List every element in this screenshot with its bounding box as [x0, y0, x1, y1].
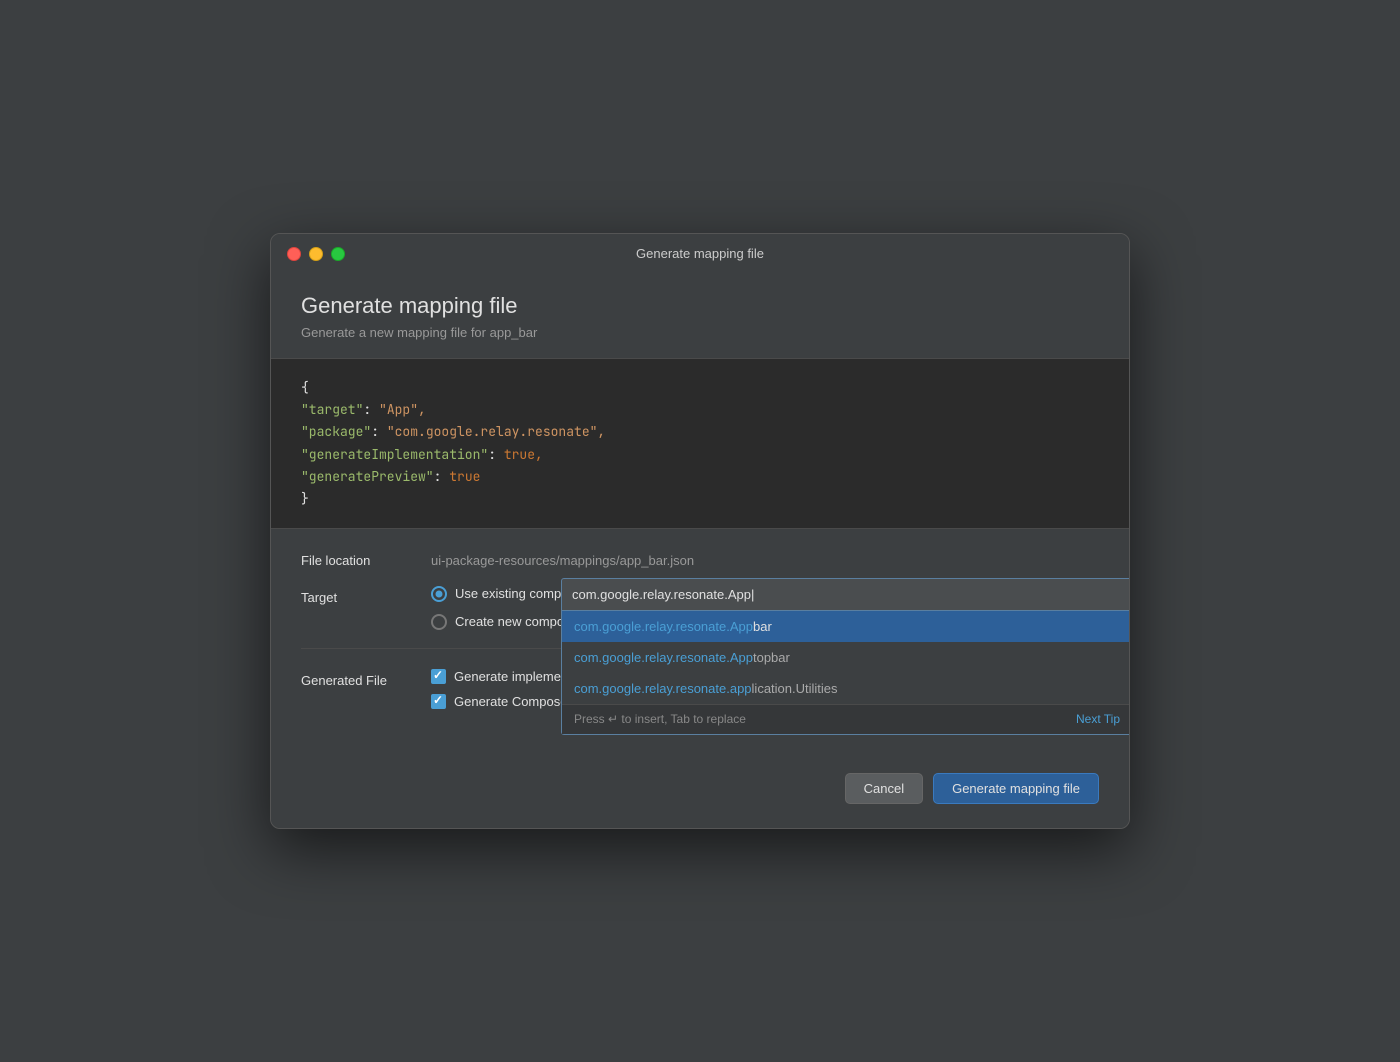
titlebar: Generate mapping file — [271, 234, 1129, 273]
autocomplete-prefix-2: com.google.relay.resonate.app — [574, 681, 752, 696]
autocomplete-dropdown: com.google.relay.resonate.Appbar com.goo… — [561, 611, 1130, 735]
autocomplete-item-0[interactable]: com.google.relay.resonate.Appbar — [562, 611, 1130, 642]
autocomplete-prefix-1: com.google.relay.resonate.App — [574, 650, 753, 665]
file-location-value: ui-package-resources/mappings/app_bar.js… — [431, 549, 694, 568]
code-key-1: "target" — [301, 401, 363, 418]
form-section: File location ui-package-resources/mappi… — [271, 529, 1129, 757]
target-label: Target — [301, 586, 431, 605]
header: Generate mapping file Generate a new map… — [271, 273, 1129, 358]
code-value-4: true — [449, 468, 480, 485]
code-value-1: "App", — [379, 401, 426, 418]
autocomplete-suffix-2: lication.Utilities — [752, 681, 838, 696]
autocomplete-suffix-0: bar — [753, 619, 772, 634]
code-key-2: "package" — [301, 423, 371, 440]
traffic-lights — [287, 247, 345, 261]
button-row: Cancel Generate mapping file — [271, 757, 1129, 828]
dialog: Generate mapping file Generate mapping f… — [270, 233, 1130, 829]
titlebar-title: Generate mapping file — [636, 246, 764, 261]
autocomplete-container: com.google.relay.resonate.Appbar com.goo… — [561, 578, 1130, 735]
minimize-button[interactable] — [309, 247, 323, 261]
composable-input[interactable] — [562, 579, 1130, 610]
autocomplete-suffix-1: topbar — [753, 650, 790, 665]
code-brace-open: { — [301, 377, 1099, 399]
checkbox-preview[interactable] — [431, 694, 446, 709]
code-key-4: "generatePreview" — [301, 468, 434, 485]
cancel-button[interactable]: Cancel — [845, 773, 923, 804]
page-subtitle: Generate a new mapping file for app_bar — [301, 325, 1099, 340]
file-location-label: File location — [301, 549, 431, 568]
autocomplete-hint: Press ↵ to insert, Tab to replace — [574, 712, 746, 726]
autocomplete-item-1[interactable]: com.google.relay.resonate.Apptopbar — [562, 642, 1130, 673]
autocomplete-item-2[interactable]: com.google.relay.resonate.application.Ut… — [562, 673, 1130, 704]
autocomplete-next-tip[interactable]: Next Tip — [1076, 712, 1120, 726]
target-row: Target Use existing composable Create ne… — [301, 586, 1099, 630]
code-value-3: true, — [504, 446, 543, 463]
autocomplete-footer: Press ↵ to insert, Tab to replace Next T… — [562, 704, 1130, 734]
file-location-row: File location ui-package-resources/mappi… — [301, 549, 1099, 568]
code-line-4: "generatePreview": true — [301, 466, 1099, 488]
autocomplete-prefix-0: com.google.relay.resonate.App — [574, 619, 753, 634]
autocomplete-input-wrapper — [561, 578, 1130, 611]
maximize-button[interactable] — [331, 247, 345, 261]
radio-existing[interactable] — [431, 586, 447, 602]
page-title: Generate mapping file — [301, 293, 1099, 319]
radio-new[interactable] — [431, 614, 447, 630]
generated-file-label: Generated File — [301, 669, 431, 688]
code-line-1: "target": "App", — [301, 399, 1099, 421]
target-controls: Use existing composable Create new compo… — [431, 586, 1099, 630]
generate-button[interactable]: Generate mapping file — [933, 773, 1099, 804]
code-brace-close: } — [301, 488, 1099, 510]
code-block: { "target": "App", "package": "com.googl… — [271, 358, 1129, 529]
close-button[interactable] — [287, 247, 301, 261]
code-line-3: "generateImplementation": true, — [301, 444, 1099, 466]
checkbox-impl[interactable] — [431, 669, 446, 684]
code-key-3: "generateImplementation" — [301, 446, 488, 463]
code-value-2: "com.google.relay.resonate", — [387, 423, 605, 440]
code-line-2: "package": "com.google.relay.resonate", — [301, 421, 1099, 443]
